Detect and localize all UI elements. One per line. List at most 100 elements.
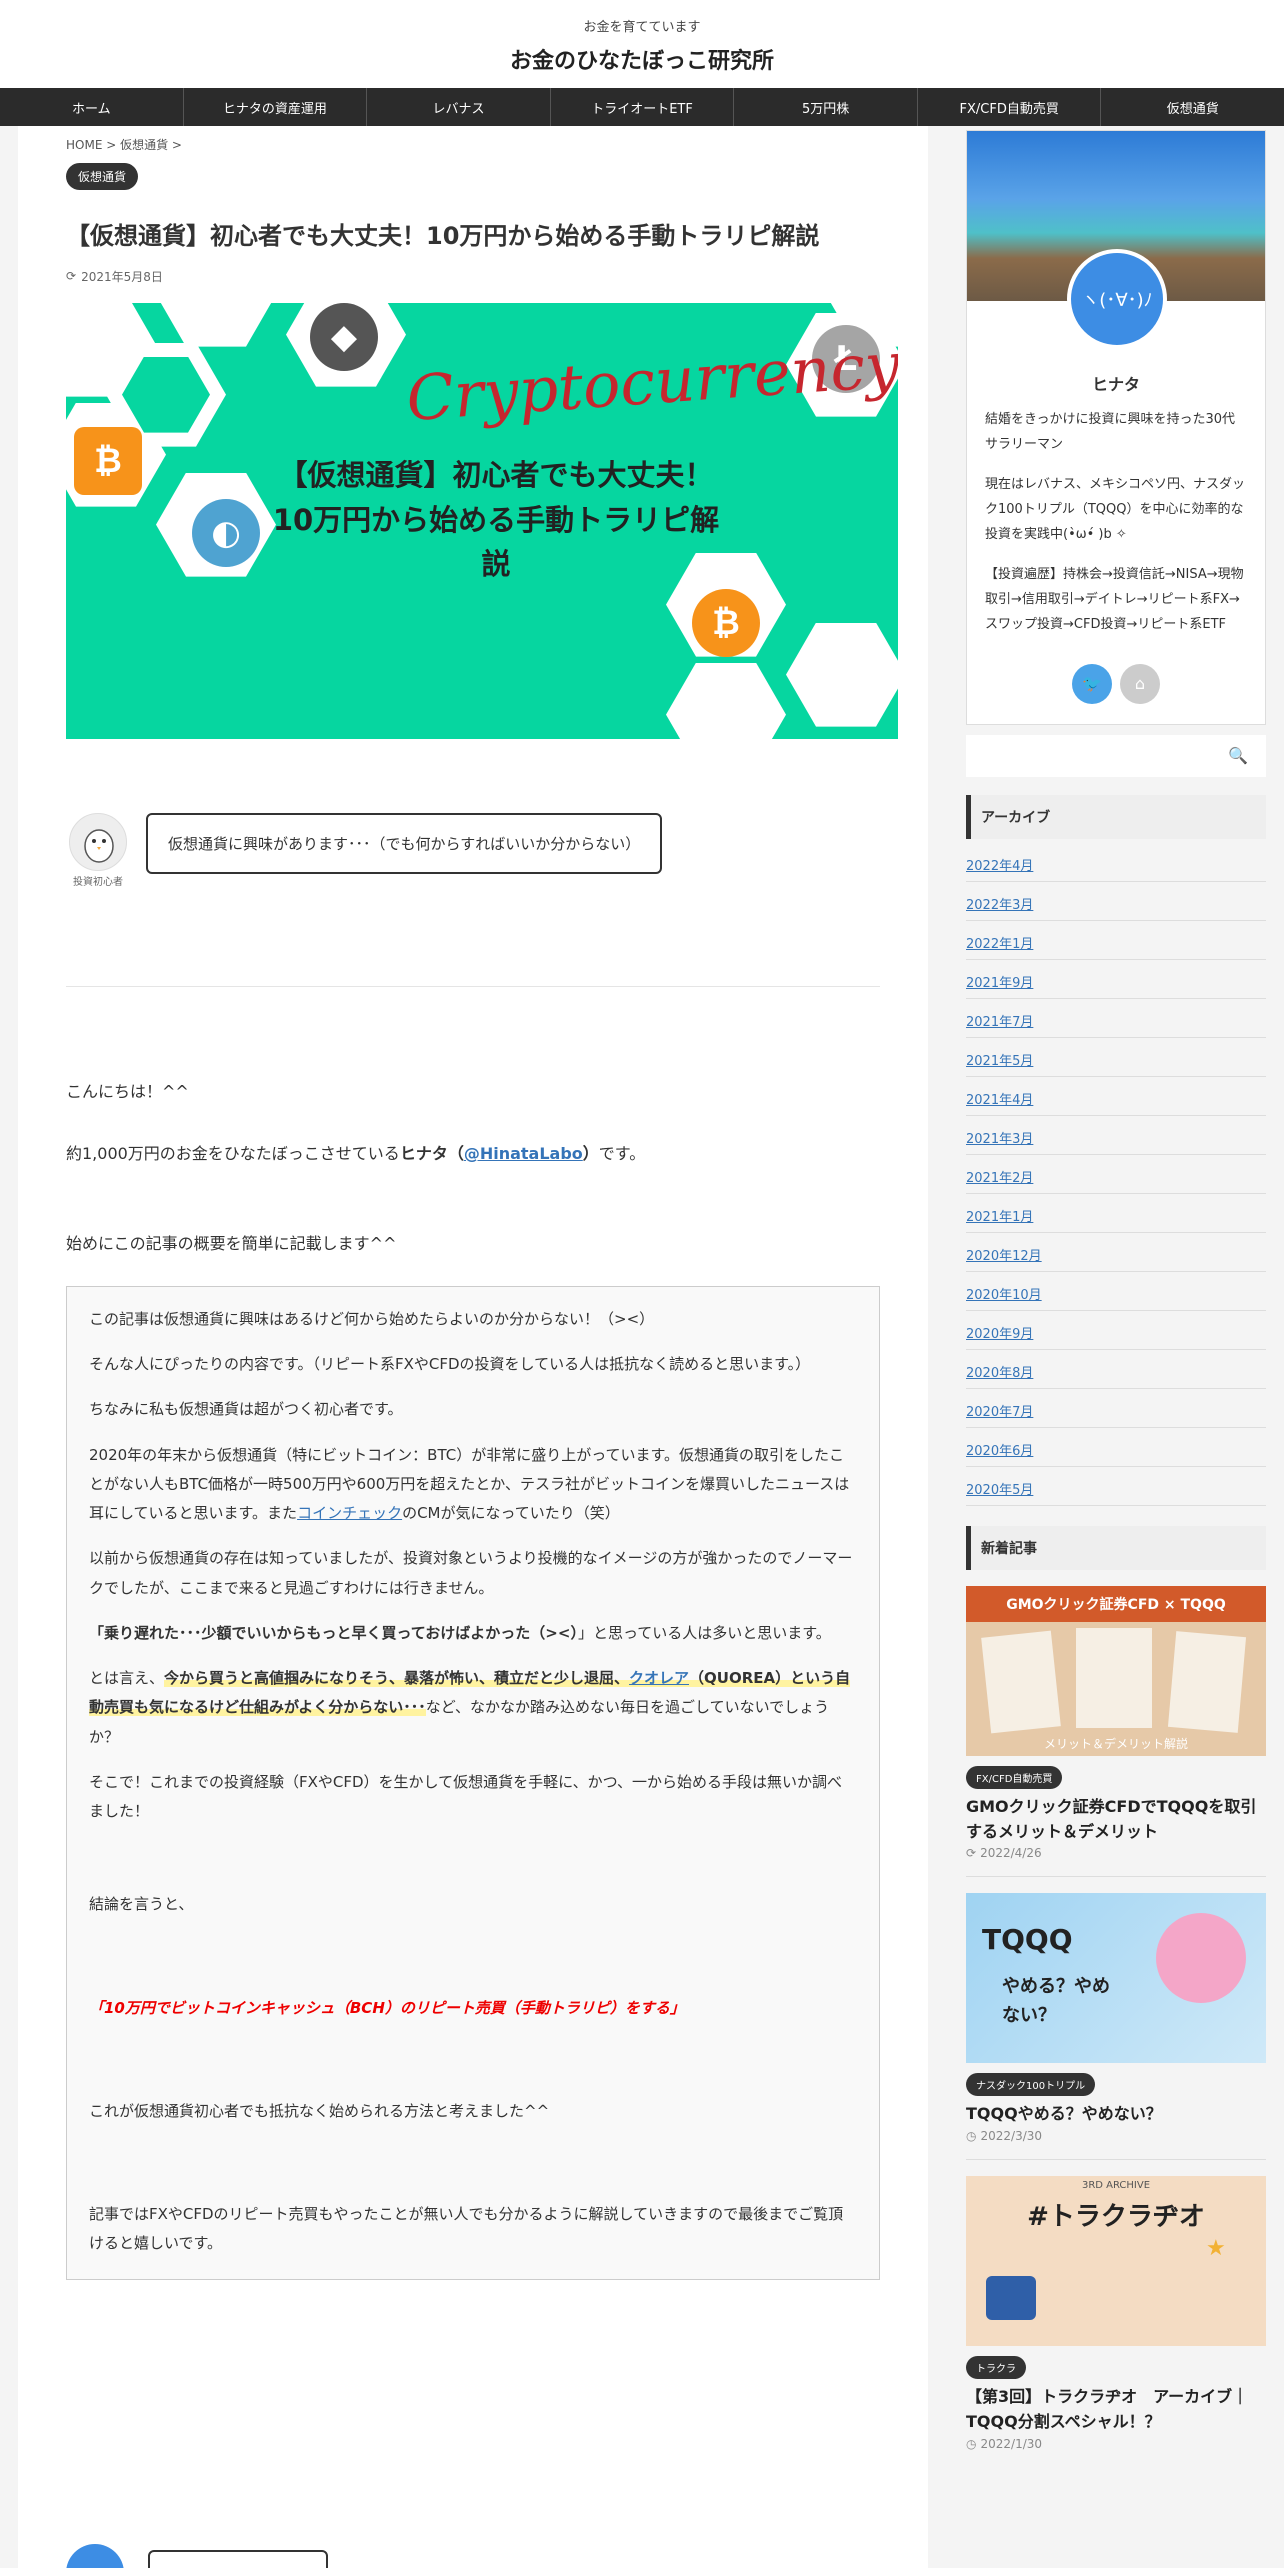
quorea-link[interactable]: クオレア xyxy=(629,1669,690,1688)
divider xyxy=(966,2159,1266,2161)
eyecatch-line1: 【仮想通貨】初心者でも大丈夫！ xyxy=(278,457,714,492)
date-text: 2022/4/26 xyxy=(980,1846,1042,1861)
archive-link[interactable]: 2021年7月 xyxy=(966,999,1266,1038)
nav-item-home[interactable]: ホーム xyxy=(0,88,184,126)
author-name: ヒナタ（ xyxy=(399,1143,464,1163)
new-post-category[interactable]: ナスダック100トリプル xyxy=(966,2073,1096,2097)
box-paragraph: 以前から仮想通貨の存在は知っていましたが、投資対象というより投機的なイメージの方… xyxy=(89,1549,853,1597)
box-text: のCMが気になっていたり（笑） xyxy=(402,1504,620,1523)
box-paragraph: そんな人にぴったりの内容です。（リピート系FXやCFDの投資をしている人は抵抗な… xyxy=(89,1355,811,1374)
ethereum-icon: ◆ xyxy=(310,302,378,371)
nav-item-triauto-etf[interactable]: トライオートETF xyxy=(551,88,735,126)
new-post-card[interactable]: 3RD ARCHIVE #トラクラヂオ ★ トラクラ 【第3回】トラクラヂオ ア… xyxy=(966,2176,1266,2451)
archive-link[interactable]: 2021年4月 xyxy=(966,1077,1266,1116)
social-links: 🐦 ⌂ xyxy=(967,663,1265,724)
summary-box: この記事は仮想通貨に興味はあるけど何から始めたらよいのか分からない！（><） そ… xyxy=(66,1285,880,2280)
article-date-text: 2021年5月8日 xyxy=(81,269,163,284)
new-post-title[interactable]: 【第3回】トラクラヂオ アーカイブ｜TQQQ分割スペシャル！？ xyxy=(966,2385,1266,2435)
archive-link[interactable]: 2021年2月 xyxy=(966,1155,1266,1194)
nav-item-50k-stocks[interactable]: 5万円株 xyxy=(734,88,918,126)
sidebar: ヽ(･∀･)ﾉ ヒナタ 結婚をきっかけに投資に興味を持った30代サラリーマン 現… xyxy=(966,126,1266,2568)
new-post-card[interactable]: GMOクリック証券CFD × TQQQ メリット＆デメリット解説 FX/CFD自… xyxy=(966,1585,1266,1878)
archive-link[interactable]: 2021年5月 xyxy=(966,1038,1266,1077)
category-badge[interactable]: 仮想通貨 xyxy=(66,163,139,190)
next-speaker-avatar xyxy=(66,2544,124,2568)
author-name-close: ） xyxy=(582,1143,599,1163)
nem-icon: ◐ xyxy=(192,498,260,567)
profile-cover-image: ヽ(･∀･)ﾉ xyxy=(967,131,1265,349)
box-paragraph: とは言え、今から買うと高値掴みになりそう、暴落が怖い、積立だと少し退屈、クオレア… xyxy=(89,1664,857,1752)
twitter-icon[interactable]: 🐦 xyxy=(1072,663,1112,704)
box-paragraph: 「乗り遅れた･･･少額でいいからもっと早く買っておけばよかった（><）」と思って… xyxy=(89,1619,857,1648)
archive-link[interactable]: 2022年3月 xyxy=(966,882,1266,921)
speech-balloon: 投資初心者 仮想通貨に興味があります･･･（でも何からすればいいか分からない） xyxy=(66,812,880,888)
nav-item-levanas[interactable]: レバナス xyxy=(367,88,551,126)
new-post-category[interactable]: FX/CFD自動売買 xyxy=(966,1765,1063,1789)
new-post-title[interactable]: GMOクリック証券CFDでTQQQを取引するメリット＆デメリット xyxy=(966,1795,1266,1845)
twitter-link[interactable]: @HinataLabo xyxy=(464,1144,583,1163)
date-text: 2022/3/30 xyxy=(980,2129,1043,2144)
thumb-subtitle: やめる？やめない？ xyxy=(1002,1976,1110,2027)
card-decoration xyxy=(1076,1627,1152,1728)
profile-name: ヒナタ xyxy=(1091,375,1140,394)
new-posts-widget-title: 新着記事 xyxy=(966,1525,1266,1570)
archive-link[interactable]: 2020年10月 xyxy=(966,1272,1266,1311)
archive-link[interactable]: 2020年5月 xyxy=(966,1467,1266,1506)
new-post-thumbnail[interactable]: GMOクリック証券CFD × TQQQ メリット＆デメリット解説 xyxy=(966,1585,1266,1756)
conclusion-text: 「10万円でビットコインキャッシュ（BCH）のリピート売買（手動トラリピ）をする… xyxy=(89,1998,685,2017)
intro-suffix: です。 xyxy=(598,1143,646,1163)
box-paragraph: この記事は仮想通貨に興味はあるけど何から始めたらよいのか分からない！（><） xyxy=(89,1309,655,1328)
article-body: こんにちは！^^ 約1,000万円のお金をひなたぼっこさせているヒナタ（@Hin… xyxy=(66,1077,880,1260)
thumb-title: TQQQ xyxy=(982,1923,1073,1957)
archive-link[interactable]: 2020年9月 xyxy=(966,1311,1266,1350)
new-post-category[interactable]: トラクラ xyxy=(966,2356,1026,2380)
archive-widget-title: アーカイブ xyxy=(966,794,1266,839)
new-post-card[interactable]: TQQQ やめる？やめない？ ナスダック100トリプル TQQQやめる？やめない… xyxy=(966,1893,1266,2161)
date-text: 2022/1/30 xyxy=(980,2436,1043,2451)
eyecatch-image: ◆ Ł ₿ ◐ ₿ Cryptocurrency 【仮想通貨】初心者でも大丈夫！… xyxy=(66,302,898,739)
box-paragraph: 記事ではFXやCFDのリピート売買もやったことが無い人でも分かるように解説してい… xyxy=(89,2205,844,2253)
new-post-thumbnail[interactable]: TQQQ やめる？やめない？ xyxy=(966,1893,1266,2064)
archive-link[interactable]: 2021年3月 xyxy=(966,1116,1266,1155)
search-input[interactable]: 🔍 xyxy=(966,734,1266,777)
hex-decoration xyxy=(666,662,786,739)
profile-text: 【投資遍歴】持株会→投資信託→NISA→現物取引→信用取引→デイトレ→リピート系… xyxy=(985,566,1244,633)
divider xyxy=(66,985,880,987)
intro-text: 約1,000万円のお金をひなたぼっこさせている xyxy=(66,1143,400,1163)
profile-description: 結婚をきっかけに投資に興味を持った30代サラリーマン 現在はレバナス、メキシコペ… xyxy=(967,395,1265,664)
card-decoration xyxy=(1167,1630,1247,1733)
eyecatch-line2: 10万円から始める手動トラリピ解説 xyxy=(272,502,720,582)
box-paragraph: 結論を言うと、 xyxy=(89,1895,194,1914)
search-icon[interactable]: 🔍 xyxy=(1228,746,1248,765)
refresh-icon: ⟳ xyxy=(66,269,77,284)
nav-item-crypto[interactable]: 仮想通貨 xyxy=(1101,88,1284,126)
refresh-icon: ⟳ xyxy=(966,1846,977,1861)
archive-link[interactable]: 2021年1月 xyxy=(966,1194,1266,1233)
coincheck-link[interactable]: コインチェック xyxy=(297,1504,402,1522)
archive-link[interactable]: 2022年4月 xyxy=(966,843,1266,882)
summary-lead: 始めにこの記事の概要を簡単に記載します^^ xyxy=(66,1234,397,1254)
archive-link[interactable]: 2022年1月 xyxy=(966,921,1266,960)
box-paragraph: そこで！これまでの投資経験（FXやCFD）を生かして仮想通貨を手軽に、かつ、一か… xyxy=(89,1772,843,1821)
box-bold-text: 「乗り遅れた･･･少額でいいからもっと早く買っておけばよかった（><） xyxy=(89,1623,578,1642)
clock-icon: ◷ xyxy=(966,2129,977,2144)
profile-text: 現在はレバナス、メキシコペソ円、ナスダック100トリプル（TQQQ）を中心に効率… xyxy=(985,476,1246,543)
nav-item-fx-cfd[interactable]: FX/CFD自動売買 xyxy=(918,88,1102,126)
site-title[interactable]: お金のひなたぼっこ研究所 xyxy=(0,43,1284,75)
hex-decoration xyxy=(156,302,276,347)
new-post-thumbnail[interactable]: 3RD ARCHIVE #トラクラヂオ ★ xyxy=(966,2176,1266,2347)
archive-link[interactable]: 2020年8月 xyxy=(966,1350,1266,1389)
new-post-title[interactable]: TQQQやめる？やめない？ xyxy=(966,2102,1266,2127)
speaker: 投資初心者 xyxy=(66,812,130,888)
home-icon[interactable]: ⌂ xyxy=(1120,663,1160,704)
archive-link[interactable]: 2020年6月 xyxy=(966,1428,1266,1467)
cosmos-flower-image xyxy=(1156,1913,1246,2004)
box-paragraph: ちなみに私も仮想通貨は超がつく初心者です。 xyxy=(89,1400,403,1419)
archive-link[interactable]: 2020年12月 xyxy=(966,1233,1266,1272)
archive-link[interactable]: 2021年9月 xyxy=(966,960,1266,999)
nav-item-hinata-assets[interactable]: ヒナタの資産運用 xyxy=(184,88,368,126)
card-decoration xyxy=(981,1630,1061,1734)
breadcrumb[interactable]: HOME > 仮想通貨 > xyxy=(66,126,880,153)
thumb-subtitle: メリット＆デメリット解説 xyxy=(1043,1736,1188,1751)
archive-link[interactable]: 2020年7月 xyxy=(966,1389,1266,1428)
